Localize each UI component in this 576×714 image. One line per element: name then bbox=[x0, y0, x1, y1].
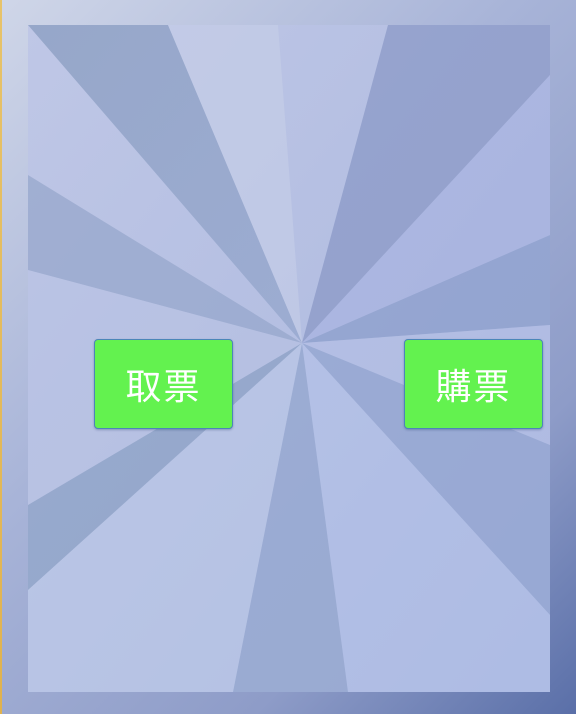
left-edge-accent bbox=[0, 0, 2, 714]
kiosk-panel: 取票 購票 bbox=[28, 25, 550, 692]
buy-ticket-button[interactable]: 購票 bbox=[404, 339, 543, 429]
retrieve-ticket-button[interactable]: 取票 bbox=[94, 339, 233, 429]
